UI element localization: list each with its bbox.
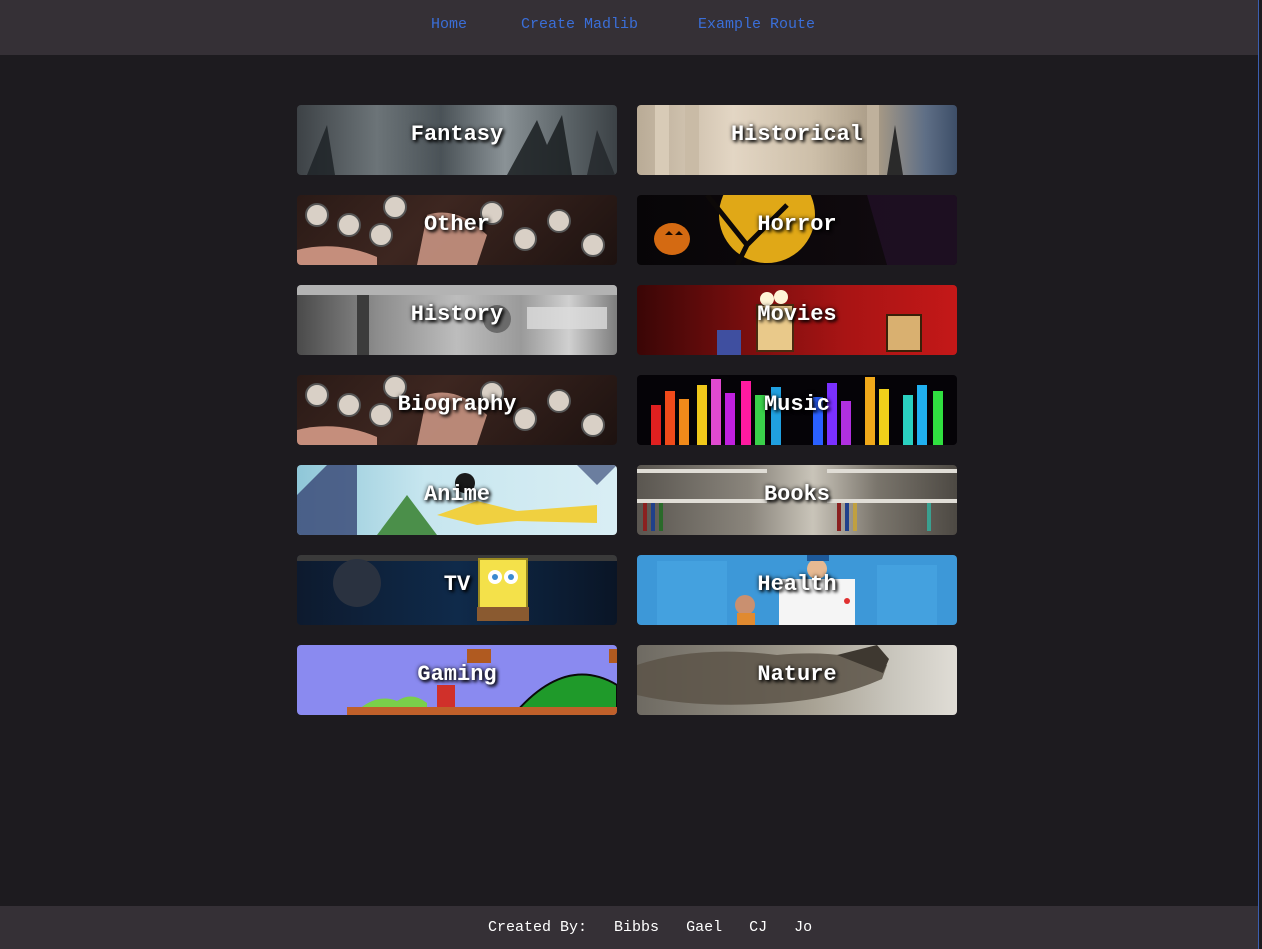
footer-author: CJ [749, 919, 768, 936]
category-label: Health [757, 572, 837, 597]
nav-link-example-route[interactable]: Example Route [698, 16, 815, 33]
footer-author: Gael [686, 919, 723, 936]
category-tile-tv[interactable]: TV [297, 555, 617, 625]
category-tile-horror[interactable]: Horror [637, 195, 957, 265]
nav-link-home[interactable]: Home [431, 16, 467, 33]
category-label: Horror [757, 212, 837, 237]
category-label: Other [423, 212, 490, 237]
footer: Created By: Bibbs Gael CJ Jo [0, 906, 1258, 949]
category-tile-other[interactable]: Other [297, 195, 617, 265]
category-tile-anime[interactable]: Anime [297, 465, 617, 535]
category-label: Music [763, 392, 830, 417]
footer-credits: Created By: Bibbs Gael CJ Jo [488, 919, 830, 936]
category-tile-health[interactable]: Health [637, 555, 957, 625]
category-label: Anime [423, 482, 490, 507]
category-tile-history[interactable]: History [297, 285, 617, 355]
nav-link-create-madlib[interactable]: Create Madlib [521, 16, 638, 33]
top-navbar: Home Create Madlib Example Route [0, 0, 1258, 55]
category-tile-books[interactable]: Books [637, 465, 957, 535]
category-tile-nature[interactable]: Nature [637, 645, 957, 715]
category-label: Historical [730, 122, 864, 147]
category-label: Biography [397, 392, 517, 417]
footer-prefix: Created By: [488, 919, 588, 936]
category-label: Books [763, 482, 830, 507]
category-tile-music[interactable]: Music [637, 375, 957, 445]
category-tile-fantasy[interactable]: Fantasy [297, 105, 617, 175]
page: Home Create Madlib Example Route Fantasy [0, 0, 1259, 949]
category-label: Fantasy [410, 122, 504, 147]
category-tile-biography[interactable]: Biography [297, 375, 617, 445]
footer-author: Bibbs [614, 919, 660, 936]
category-label: History [410, 302, 504, 327]
category-label: Gaming [417, 662, 497, 687]
category-tile-gaming[interactable]: Gaming [297, 645, 617, 715]
category-label: Movies [757, 302, 837, 327]
category-tile-movies[interactable]: Movies [637, 285, 957, 355]
footer-author: Jo [794, 919, 813, 936]
category-tile-historical[interactable]: Historical [637, 105, 957, 175]
category-label: TV [443, 572, 471, 597]
category-label: Nature [757, 662, 837, 687]
category-grid: Fantasy Historical Other Horror History … [297, 105, 957, 715]
